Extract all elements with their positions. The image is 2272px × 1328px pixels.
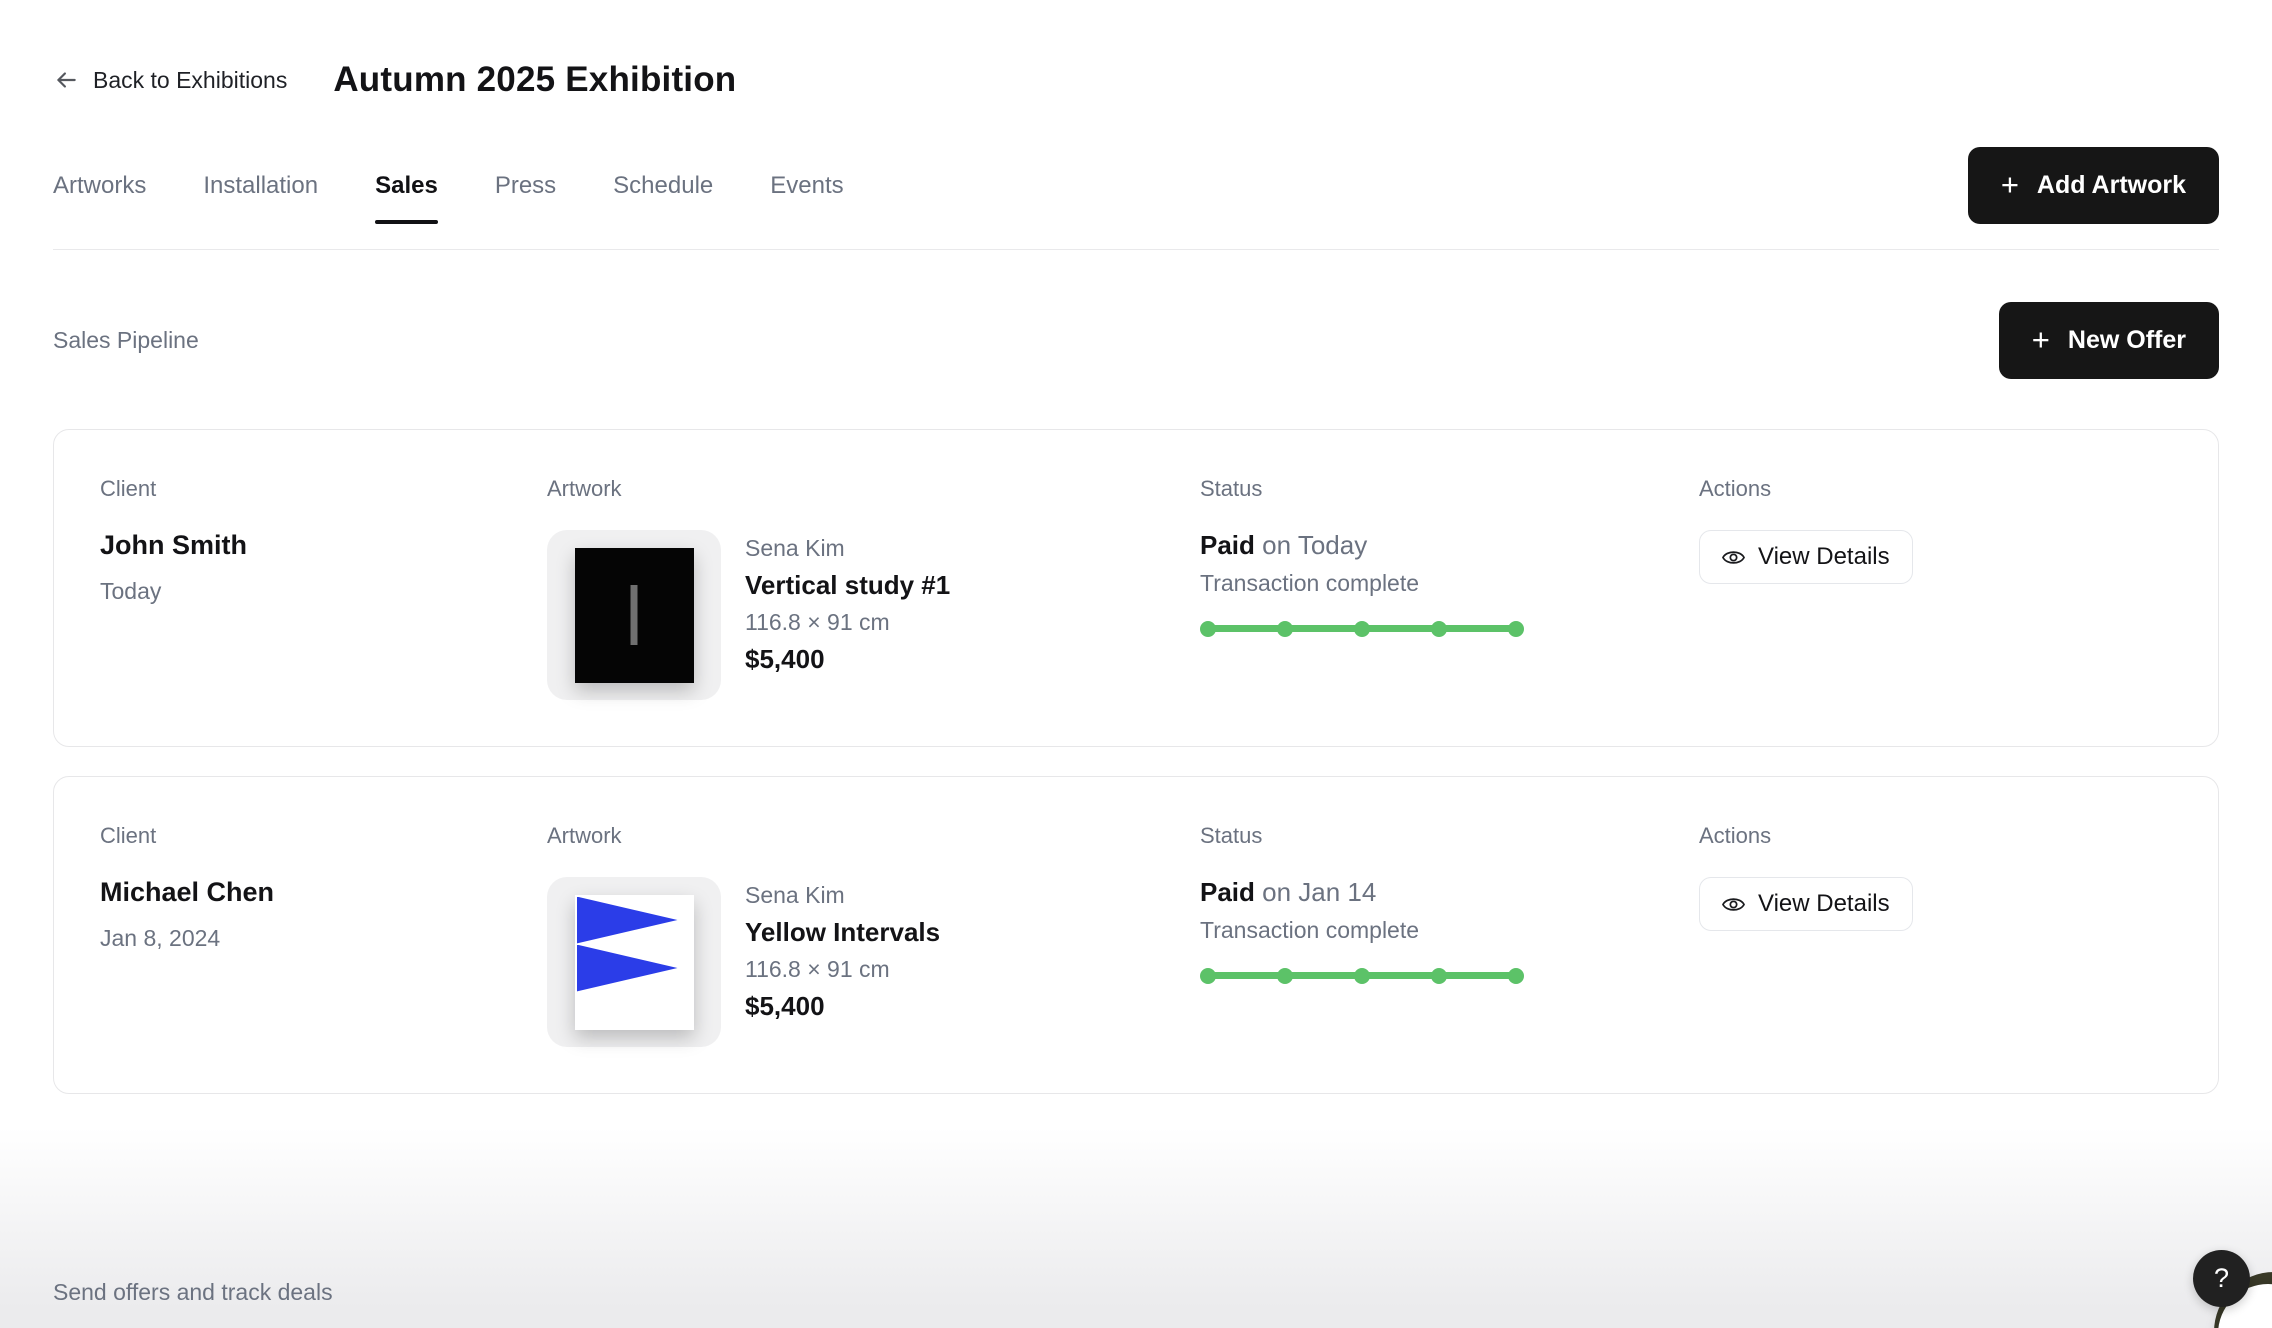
progress-dot — [1431, 968, 1447, 984]
client-column-label: Client — [100, 476, 547, 502]
footer-gradient — [0, 1128, 2272, 1328]
tab-sales[interactable]: Sales — [375, 171, 438, 201]
pennant-shapes — [577, 897, 694, 1030]
tab-events[interactable]: Events — [770, 171, 843, 201]
tab-artworks[interactable]: Artworks — [53, 171, 146, 201]
tab-bar: Artworks Installation Sales Press Schedu… — [53, 171, 844, 201]
artwork-column-label: Artwork — [547, 823, 1200, 849]
plus-icon: + — [2001, 169, 2019, 200]
status-subtext: Transaction complete — [1200, 570, 1699, 597]
progress-dot — [1354, 621, 1370, 637]
artwork-thumbnail — [547, 530, 721, 700]
progress-bar — [1200, 621, 1524, 637]
status-column: Status Paid on Jan 14 Transaction comple… — [1200, 823, 1699, 1047]
client-name: John Smith — [100, 530, 547, 561]
tab-installation[interactable]: Installation — [203, 171, 318, 201]
progress-bar — [1200, 968, 1524, 984]
artwork-title: Vertical study #1 — [745, 570, 950, 601]
status-column: Status Paid on Today Transaction complet… — [1200, 476, 1699, 700]
progress-dot — [1508, 968, 1524, 984]
progress-dot — [1277, 621, 1293, 637]
progress-dot — [1508, 621, 1524, 637]
section-title: Sales Pipeline — [53, 327, 199, 354]
view-details-label: View Details — [1758, 890, 1890, 918]
progress-dot — [1277, 968, 1293, 984]
question-mark-icon: ? — [2214, 1263, 2229, 1294]
status-line: Paid on Today — [1200, 530, 1699, 561]
page-header: Back to Exhibitions Autumn 2025 Exhibiti… — [0, 0, 2272, 100]
footer-hint: Send offers and track deals — [53, 1279, 333, 1306]
actions-column-label: Actions — [1699, 823, 2172, 849]
add-artwork-label: Add Artwork — [2037, 171, 2186, 200]
client-name: Michael Chen — [100, 877, 547, 908]
new-offer-label: New Offer — [2068, 326, 2186, 355]
eye-icon — [1722, 546, 1745, 569]
actions-column-label: Actions — [1699, 476, 2172, 502]
client-column: Client John Smith Today — [100, 476, 547, 700]
client-date: Today — [100, 578, 547, 605]
new-offer-button[interactable]: + New Offer — [1999, 302, 2219, 379]
artwork-image-vertical-study — [575, 548, 694, 683]
status-column-label: Status — [1200, 823, 1699, 849]
artwork-image-yellow-intervals — [575, 895, 694, 1030]
progress-dot — [1200, 621, 1216, 637]
eye-icon — [1722, 893, 1745, 916]
view-details-button[interactable]: View Details — [1699, 877, 1913, 931]
progress-dot — [1431, 621, 1447, 637]
status-paid: Paid — [1200, 530, 1255, 560]
add-artwork-button[interactable]: + Add Artwork — [1968, 147, 2219, 224]
plus-icon: + — [2032, 324, 2050, 355]
artwork-column-label: Artwork — [547, 476, 1200, 502]
artwork-price: $5,400 — [745, 991, 940, 1022]
status-line: Paid on Jan 14 — [1200, 877, 1699, 908]
actions-column: Actions View Details — [1699, 476, 2172, 700]
actions-column: Actions View Details — [1699, 823, 2172, 1047]
artwork-info: Sena Kim Yellow Intervals 116.8 × 91 cm … — [745, 877, 940, 1022]
status-date: on Today — [1255, 530, 1367, 560]
progress-dot — [1200, 968, 1216, 984]
view-details-button[interactable]: View Details — [1699, 530, 1913, 584]
artwork-column: Artwork Sena Kim Yellow Intervals 116.8 … — [547, 823, 1200, 1047]
artwork-artist: Sena Kim — [745, 882, 940, 909]
help-button[interactable]: ? — [2193, 1250, 2250, 1307]
client-column: Client Michael Chen Jan 8, 2024 — [100, 823, 547, 1047]
status-paid: Paid — [1200, 877, 1255, 907]
back-link-label: Back to Exhibitions — [93, 67, 287, 94]
status-date: on Jan 14 — [1255, 877, 1376, 907]
page-title: Autumn 2025 Exhibition — [333, 60, 736, 100]
sale-card-john-smith: Client John Smith Today Artwork Sena Kim… — [53, 429, 2219, 747]
tab-schedule[interactable]: Schedule — [613, 171, 713, 201]
artwork-column: Artwork Sena Kim Vertical study #1 116.8… — [547, 476, 1200, 700]
status-subtext: Transaction complete — [1200, 917, 1699, 944]
tab-press[interactable]: Press — [495, 171, 556, 201]
artwork-dimensions: 116.8 × 91 cm — [745, 956, 940, 983]
artwork-thumbnail — [547, 877, 721, 1047]
artwork-dimensions: 116.8 × 91 cm — [745, 609, 950, 636]
artwork-info: Sena Kim Vertical study #1 116.8 × 91 cm… — [745, 530, 950, 675]
vertical-bar-shape — [631, 585, 638, 645]
progress-dot — [1354, 968, 1370, 984]
sale-card-michael-chen: Client Michael Chen Jan 8, 2024 Artwork … — [53, 776, 2219, 1094]
artwork-artist: Sena Kim — [745, 535, 950, 562]
arrow-left-icon — [53, 67, 79, 93]
view-details-label: View Details — [1758, 543, 1890, 571]
sales-pipeline-section-header: Sales Pipeline + New Offer — [53, 302, 2219, 379]
client-date: Jan 8, 2024 — [100, 925, 547, 952]
sales-pipeline-list: Client John Smith Today Artwork Sena Kim… — [53, 429, 2219, 1094]
artwork-price: $5,400 — [745, 644, 950, 675]
client-column-label: Client — [100, 823, 547, 849]
tabs-header: Artworks Installation Sales Press Schedu… — [53, 100, 2219, 250]
artwork-title: Yellow Intervals — [745, 917, 940, 948]
status-column-label: Status — [1200, 476, 1699, 502]
back-to-exhibitions-link[interactable]: Back to Exhibitions — [53, 67, 287, 94]
